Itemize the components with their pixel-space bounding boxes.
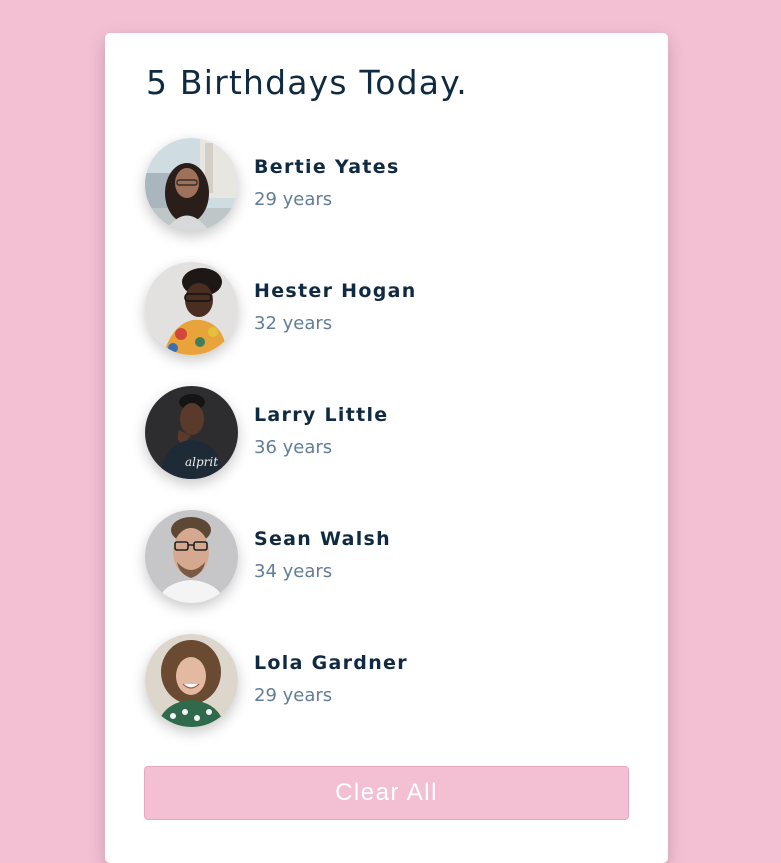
person-age: 36 years [254, 437, 333, 458]
person-name: Lola Gardner [254, 652, 408, 674]
list-item: alprit Larry Little 36 years [145, 386, 625, 479]
clear-all-button[interactable]: Clear All [144, 766, 629, 820]
avatar [145, 634, 238, 727]
birthday-card: 5 Birthdays Today. Bertie Yates 29 years [105, 33, 668, 863]
list-item: Bertie Yates 29 years [145, 138, 625, 231]
person-age: 34 years [254, 561, 333, 582]
avatar [145, 138, 238, 231]
list-item: Hester Hogan 32 years [145, 262, 625, 355]
avatar: alprit [145, 386, 238, 479]
person-name: Hester Hogan [254, 280, 417, 302]
person-age: 29 years [254, 685, 333, 706]
person-age: 29 years [254, 189, 333, 210]
avatar [145, 510, 238, 603]
person-name: Larry Little [254, 404, 389, 426]
list-item: Sean Walsh 34 years [145, 510, 625, 603]
avatar [145, 262, 238, 355]
person-name: Bertie Yates [254, 156, 400, 178]
page-title: 5 Birthdays Today. [146, 63, 468, 102]
person-age: 32 years [254, 313, 333, 334]
person-name: Sean Walsh [254, 528, 391, 550]
birthday-list: Bertie Yates 29 years Hester Hogan 32 ye [145, 138, 625, 758]
list-item: Lola Gardner 29 years [145, 634, 625, 727]
svg-text:alprit: alprit [185, 455, 218, 469]
